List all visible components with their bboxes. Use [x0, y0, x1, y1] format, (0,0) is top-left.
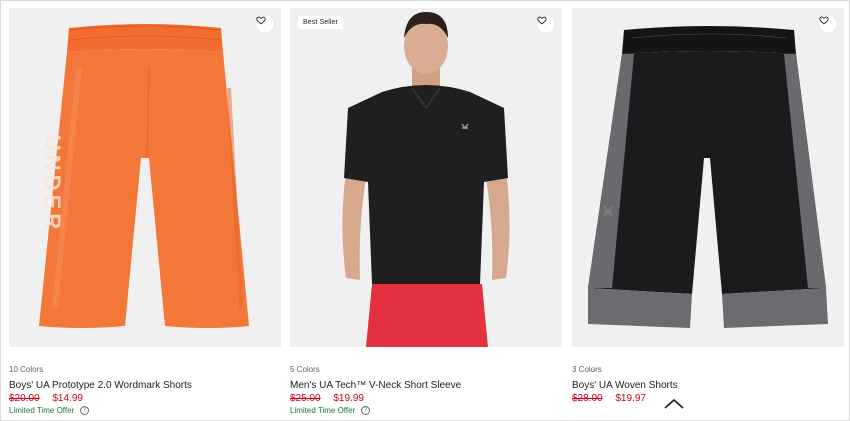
- best-seller-badge: Best Seller: [298, 16, 343, 29]
- product-image[interactable]: [572, 8, 844, 347]
- price-row: $28.00 $19.97: [572, 393, 844, 404]
- sale-price: $19.97: [615, 393, 646, 404]
- back-to-top-button[interactable]: [663, 397, 685, 411]
- chevron-up-icon: [664, 398, 684, 409]
- color-count: 5 Colors: [290, 365, 320, 374]
- black-grey-shorts-image: [572, 8, 844, 347]
- offer-row: Limited Time Offer ?: [9, 406, 281, 415]
- heart-outline-icon: [819, 16, 829, 25]
- favorite-button[interactable]: [537, 15, 555, 33]
- product-name[interactable]: Boys' UA Woven Shorts: [572, 380, 844, 391]
- info-circle-icon[interactable]: ?: [80, 406, 90, 415]
- info-circle-icon[interactable]: ?: [361, 406, 371, 415]
- original-price: $28.00: [572, 393, 603, 404]
- shorts-wordmark-text: UNDER: [40, 135, 65, 233]
- product-card[interactable]: UNDER 10 Colors Boys' UA Prototype 2.0 W…: [9, 8, 281, 415]
- offer-label: Limited Time Offer: [290, 406, 356, 415]
- heart-outline-icon: [537, 16, 547, 25]
- product-card[interactable]: Best Seller 5 Colors Men's UA Tech™ V-Ne…: [290, 8, 562, 415]
- color-count: 10 Colors: [9, 365, 44, 374]
- product-image[interactable]: UNDER: [9, 8, 281, 347]
- original-price: $20.00: [9, 393, 40, 404]
- offer-label: Limited Time Offer: [9, 406, 75, 415]
- black-tshirt-model-image: [290, 8, 562, 347]
- offer-row: Limited Time Offer ?: [290, 406, 562, 415]
- sale-price: $19.99: [333, 393, 364, 404]
- original-price: $25.00: [290, 393, 321, 404]
- color-count: 3 Colors: [572, 365, 602, 374]
- price-row: $20.00 $14.99: [9, 393, 281, 404]
- favorite-button[interactable]: [256, 15, 274, 33]
- product-card[interactable]: 3 Colors Boys' UA Woven Shorts $28.00 $1…: [572, 8, 844, 404]
- product-name[interactable]: Men's UA Tech™ V-Neck Short Sleeve: [290, 380, 562, 391]
- price-row: $25.00 $19.99: [290, 393, 562, 404]
- sale-price: $14.99: [52, 393, 83, 404]
- favorite-button[interactable]: [819, 15, 837, 33]
- product-name[interactable]: Boys' UA Prototype 2.0 Wordmark Shorts: [9, 380, 281, 391]
- heart-outline-icon: [256, 16, 266, 25]
- product-image[interactable]: Best Seller: [290, 8, 562, 347]
- orange-shorts-image: UNDER: [9, 8, 281, 347]
